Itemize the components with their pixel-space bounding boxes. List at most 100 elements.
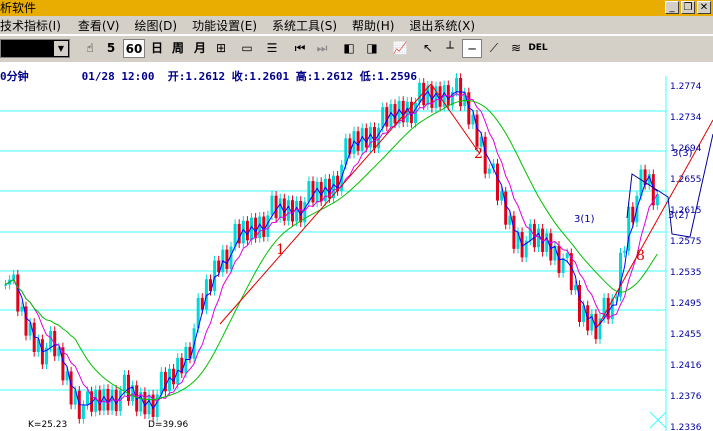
period-day-button[interactable]: 日 xyxy=(147,39,167,58)
candle-body xyxy=(122,374,126,391)
price-tick: 1.2336 xyxy=(670,423,702,431)
candle-body xyxy=(106,388,110,411)
candle-body xyxy=(155,394,159,417)
candle-body xyxy=(159,371,163,395)
window-icon[interactable]: ▭ xyxy=(237,39,257,58)
candle-body xyxy=(213,260,217,291)
restore-button[interactable]: ❐ xyxy=(681,1,695,14)
candle-body xyxy=(418,82,422,103)
window-title: 析软件 xyxy=(0,1,37,15)
candle-body xyxy=(512,215,516,249)
candle-body xyxy=(373,126,376,149)
candle-body xyxy=(385,107,389,127)
wave-label-2: 2 xyxy=(474,146,483,162)
period-60-button[interactable]: 60 xyxy=(123,39,145,58)
candle-body xyxy=(315,181,319,203)
menu-view[interactable]: 查看(V) xyxy=(68,17,127,34)
candle-body xyxy=(364,128,368,148)
candles xyxy=(4,73,659,424)
last-icon[interactable]: ⏭ xyxy=(312,39,332,58)
line-chart-icon[interactable]: 📈 xyxy=(390,39,410,58)
candle-body xyxy=(299,200,303,223)
trend-line-1 xyxy=(219,83,432,325)
open-price: 开:1.2612 xyxy=(167,70,226,83)
candle-body xyxy=(319,181,323,202)
candle-body xyxy=(487,168,491,174)
candle-body xyxy=(295,200,299,222)
candle-body xyxy=(528,223,532,241)
price-info-bar: 0分钟 01/28 12:00 开:1.2612 收:1.2601 高:1.26… xyxy=(0,68,417,84)
candle-body xyxy=(81,405,85,419)
price-tick: 1.2774 xyxy=(670,82,702,92)
high-price: 高:1.2612 xyxy=(295,70,354,83)
candle-body xyxy=(455,77,458,92)
period-week-button[interactable]: 周 xyxy=(168,39,188,58)
candle-body xyxy=(69,371,73,405)
trendline-icon[interactable]: ⟋ xyxy=(484,39,504,58)
first-icon[interactable]: ⏮ xyxy=(290,39,310,58)
menu-bar: 技术指标(I) 查看(V) 绘图(D) 功能设置(E) 系统工具(S) 帮助(H… xyxy=(0,16,713,34)
price-tick: 1.2495 xyxy=(670,299,702,310)
candle-body xyxy=(270,195,274,216)
pointer-icon[interactable]: ↖ xyxy=(418,39,438,58)
period-5-button[interactable]: 5 xyxy=(101,39,121,58)
list-icon[interactable]: ☰ xyxy=(262,39,282,58)
wave-label-1: 1 xyxy=(276,242,285,258)
layout2-icon[interactable]: ◨ xyxy=(362,39,382,58)
menu-help[interactable]: 帮助(H) xyxy=(344,17,401,34)
candle-body xyxy=(356,131,360,151)
candle-body xyxy=(573,285,577,291)
title-bar: 析软件 _ ❐ ✕ xyxy=(0,0,713,16)
menu-exit[interactable]: 退出系统(X) xyxy=(401,17,482,34)
candle-body xyxy=(286,200,290,221)
candle-body xyxy=(12,274,16,280)
wave-label-3-2: 3(2) xyxy=(668,210,689,221)
candle-body xyxy=(381,107,385,128)
price-tick: 1.2575 xyxy=(670,236,702,247)
candle-body xyxy=(94,390,98,412)
candle-body xyxy=(225,249,229,270)
bar-time: 12:00 xyxy=(121,70,155,83)
candle-body xyxy=(545,233,549,252)
period-month-button[interactable]: 月 xyxy=(190,39,210,58)
candle-body xyxy=(262,216,266,237)
candle-body xyxy=(561,258,565,273)
candle-body xyxy=(307,181,311,202)
menu-tools[interactable]: 系统工具(S) xyxy=(264,17,344,34)
price-tick: 1.2655 xyxy=(670,174,702,185)
candle-body xyxy=(16,274,20,312)
menu-draw[interactable]: 绘图(D) xyxy=(126,17,184,34)
candle-body xyxy=(147,394,151,415)
k-value: K=25.23 xyxy=(28,420,68,430)
combo-arrow-icon[interactable]: ▼ xyxy=(54,41,68,56)
grid-icon[interactable]: ⊞ xyxy=(211,39,231,58)
candlestick-chart[interactable] xyxy=(0,62,713,431)
symbol-combo[interactable]: ▼ xyxy=(0,39,70,58)
layout1-icon[interactable]: ◧ xyxy=(339,39,359,58)
close-button[interactable]: ✕ xyxy=(697,1,711,14)
price-tick: 1.2734 xyxy=(670,113,702,124)
fib-icon[interactable]: ≋ xyxy=(506,39,526,58)
hline-icon[interactable]: ─ xyxy=(462,39,482,58)
candle-body xyxy=(274,195,278,219)
candle-body xyxy=(278,198,282,219)
close-price: 收:1.2601 xyxy=(231,70,290,83)
candle-body xyxy=(20,306,24,312)
period-label: 0分钟 xyxy=(0,70,29,83)
minimize-button[interactable]: _ xyxy=(665,1,679,14)
crosshair-icon[interactable]: ┴ xyxy=(440,39,460,58)
candle-body xyxy=(245,220,249,241)
chart-area[interactable]: 0分钟 01/28 12:00 开:1.2612 收:1.2601 高:1.26… xyxy=(0,62,713,431)
candle-body xyxy=(266,215,270,237)
price-tick: 1.2535 xyxy=(670,268,702,279)
candle-body xyxy=(102,388,106,411)
menu-indicators[interactable]: 技术指标(I) xyxy=(0,17,68,34)
menu-settings[interactable]: 功能设置(E) xyxy=(184,17,264,34)
d-value: D=39.96 xyxy=(148,420,189,430)
candle-body xyxy=(393,104,397,124)
wave-label-3-1: 3(1) xyxy=(574,214,595,225)
hand-icon[interactable]: ☝ xyxy=(80,39,100,58)
wave-label-3-3: 3(3) xyxy=(672,148,693,159)
delete-button[interactable]: DEL xyxy=(528,39,548,58)
price-tick: 1.2416 xyxy=(670,360,702,371)
